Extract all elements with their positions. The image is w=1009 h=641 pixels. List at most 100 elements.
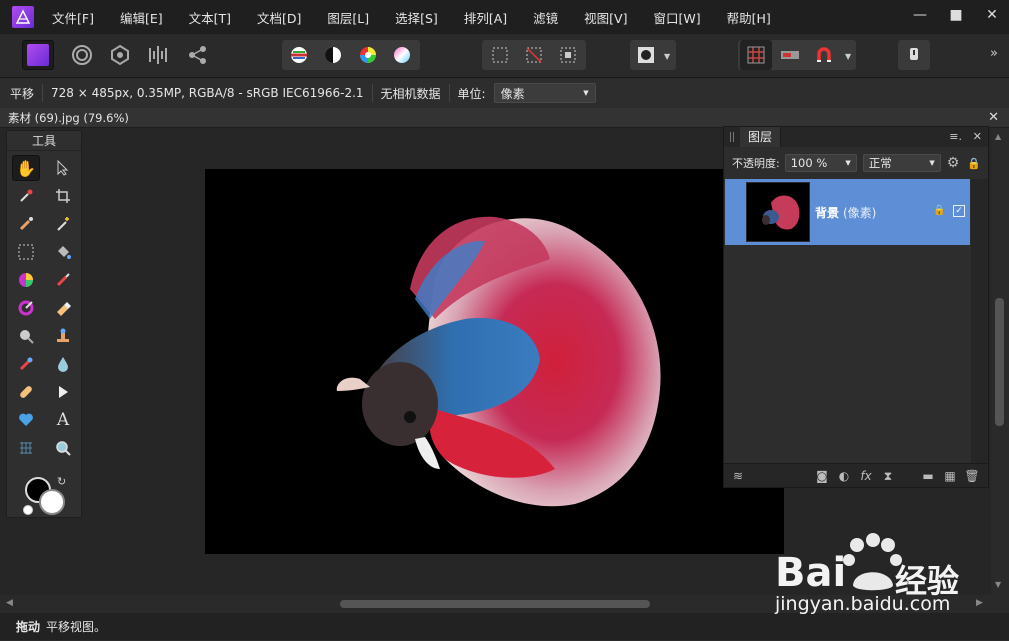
horizontal-scroll-thumb[interactable] [340,600,650,608]
color-picker-tool[interactable] [12,183,40,209]
unit-select[interactable]: 像素 ▼ [493,83,596,103]
menu-arrange[interactable]: 排列[A] [464,8,507,27]
smudge-tool[interactable] [12,351,40,377]
share-icon [189,46,206,64]
document-canvas[interactable] [205,169,784,554]
lock-icon[interactable]: 🔒 [967,157,981,170]
dodge-tool[interactable] [12,323,40,349]
view-tool[interactable]: ✋ [12,155,40,181]
close-document-button[interactable]: ✕ [988,110,999,125]
selection-brush-tool[interactable] [12,211,40,237]
layer-row-background[interactable]: 背景 (像素) 🔒 ✓ [725,179,970,245]
crop-tool[interactable] [49,183,77,209]
tone-mapping-persona-button[interactable] [142,40,174,70]
gear-icon[interactable]: ⚙ [947,155,960,171]
add-mask-icon[interactable]: ◙ [814,468,830,484]
grid-toggle-button[interactable] [740,40,772,70]
swap-colors-icon[interactable]: ↻ [57,475,66,488]
maximize-button[interactable]: ■ [949,6,963,24]
mesh-warp-tool[interactable] [12,435,40,461]
secondary-color-swatch[interactable] [39,489,65,515]
contrast-icon [325,47,341,63]
erase-tool[interactable] [49,295,77,321]
scroll-left-icon[interactable]: ◀ [6,598,13,608]
menu-select[interactable]: 选择[S] [395,8,438,27]
layer-visibility-checkbox[interactable]: ✓ [953,205,965,217]
no-color-icon[interactable] [23,505,33,515]
fx-icon[interactable]: fx [858,468,874,484]
new-pixel-layer-icon[interactable]: ▦ [942,468,958,484]
paint-brush-tool[interactable] [49,267,77,293]
auto-white-balance-button[interactable] [386,40,418,70]
close-panel-icon[interactable]: ✕ [973,130,982,143]
chevron-down-icon: ▼ [583,89,589,97]
color-replacement-tool[interactable] [12,295,40,321]
menu-window[interactable]: 窗口[W] [653,8,700,27]
live-filter-icon[interactable]: ⧗ [880,468,896,484]
menu-help[interactable]: 帮助[H] [727,8,771,27]
menu-document[interactable]: 文档[D] [257,8,301,27]
deselect-button[interactable] [518,40,550,70]
assistant-button[interactable] [774,40,806,70]
panel-grip-icon[interactable] [730,132,734,142]
blend-mode-select[interactable]: 正常 ▼ [862,154,941,172]
snapping-button[interactable] [808,40,840,70]
text-tool[interactable]: A [49,407,77,433]
auto-colors-button[interactable] [352,40,384,70]
export-persona-button[interactable] [182,40,214,70]
layer-lock-icon[interactable]: 🔒 [933,205,945,216]
trash-icon[interactable]: 🗑 [964,468,980,484]
flood-fill-tool[interactable] [49,239,77,265]
flood-select-tool[interactable] [49,211,77,237]
vertical-scroll-thumb[interactable] [995,298,1004,426]
develop-persona-button[interactable] [104,40,136,70]
tab-layers[interactable]: 图层 [740,127,782,147]
photo-persona-button[interactable] [22,40,54,70]
menu-edit[interactable]: 编辑[E] [120,8,163,27]
layers-panel-footer: ≋ ◙ ◐ fx ⧗ ▬ ▦ 🗑 [724,463,988,487]
menu-layer[interactable]: 图层[L] [327,8,369,27]
menu-view[interactable]: 视图[V] [584,8,627,27]
snapping-dropdown-icon[interactable]: ▼ [845,52,851,61]
invert-selection-button[interactable] [552,40,584,70]
document-tab[interactable]: 素材 (69).jpg (79.6%) ✕ [0,108,1009,128]
opacity-select[interactable]: 100 % ▼ [784,154,857,172]
color-wheel-tool[interactable] [12,267,40,293]
layer-stack-icon[interactable]: ≋ [730,468,746,484]
menu-file[interactable]: 文件[F] [52,8,94,27]
node-tool[interactable] [49,379,77,405]
panel-menu-icon[interactable]: ≡. [949,130,962,143]
quick-mask-button[interactable] [630,40,662,70]
select-all-button[interactable] [484,40,516,70]
clone-tool[interactable] [49,323,77,349]
betta-fish-image [336,216,661,507]
auto-contrast-button[interactable] [317,40,349,70]
blend-mode-value: 正常 [868,156,892,170]
layers-scrollbar[interactable] [971,179,988,463]
shape-tool[interactable] [12,407,40,433]
affinity-photo-logo[interactable] [12,6,34,28]
opacity-label: 不透明度: [732,157,780,170]
blur-brush-tool[interactable] [49,351,77,377]
menu-filters[interactable]: 滤镜 [533,8,558,27]
camera-data-label[interactable]: 无相机数据 [381,85,441,102]
magic-wand-icon [57,217,69,231]
auto-levels-button[interactable] [283,40,315,70]
zoom-tool[interactable] [49,435,77,461]
marquee-tool[interactable] [12,239,40,265]
move-tool[interactable] [49,155,77,181]
liquify-persona-icon [72,45,92,65]
menu-text[interactable]: 文本[T] [189,8,231,27]
divider [371,84,373,102]
liquify-persona-button[interactable] [66,40,98,70]
quick-mask-dropdown-icon[interactable]: ▼ [664,52,670,61]
force-pressure-button[interactable] [898,40,930,70]
minimize-button[interactable]: — [913,6,927,24]
toolbar-overflow-button[interactable]: » [990,46,998,61]
folder-icon[interactable]: ▬ [920,468,936,484]
healing-brush-tool[interactable] [12,379,40,405]
vertical-scrollbar[interactable]: ▲ ▼ [991,128,1009,595]
scroll-up-icon[interactable]: ▲ [995,132,1001,141]
close-window-button[interactable]: ✕ [985,6,999,24]
adjustment-icon[interactable]: ◐ [836,468,852,484]
